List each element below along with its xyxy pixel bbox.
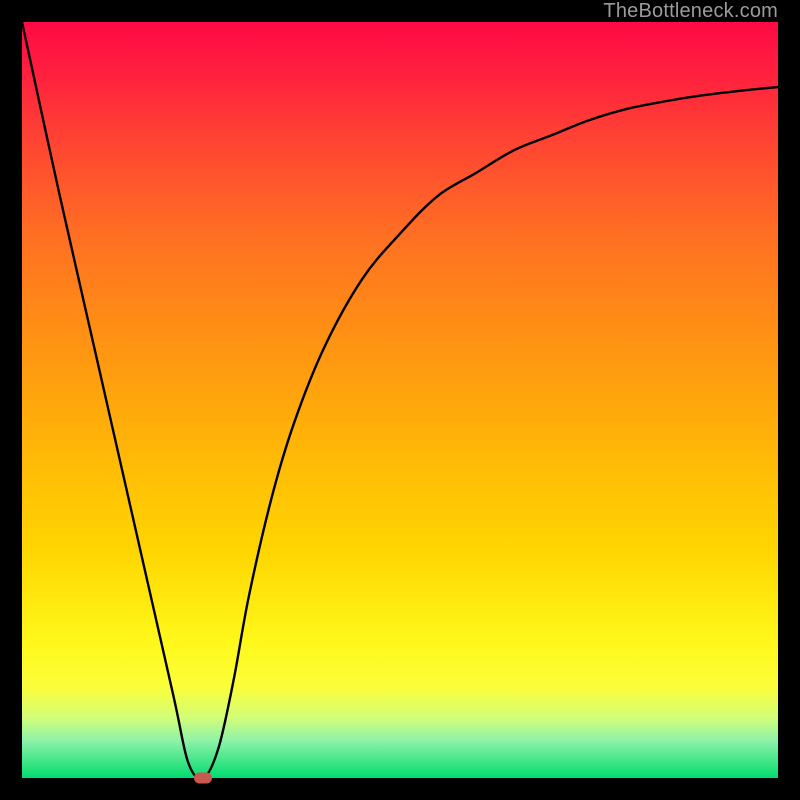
min-marker xyxy=(194,773,212,784)
watermark-label: TheBottleneck.com xyxy=(603,0,778,22)
bottleneck-curve-path xyxy=(22,22,778,778)
chart-frame: TheBottleneck.com xyxy=(0,0,800,800)
curve-svg xyxy=(22,22,778,778)
plot-area xyxy=(22,22,778,778)
